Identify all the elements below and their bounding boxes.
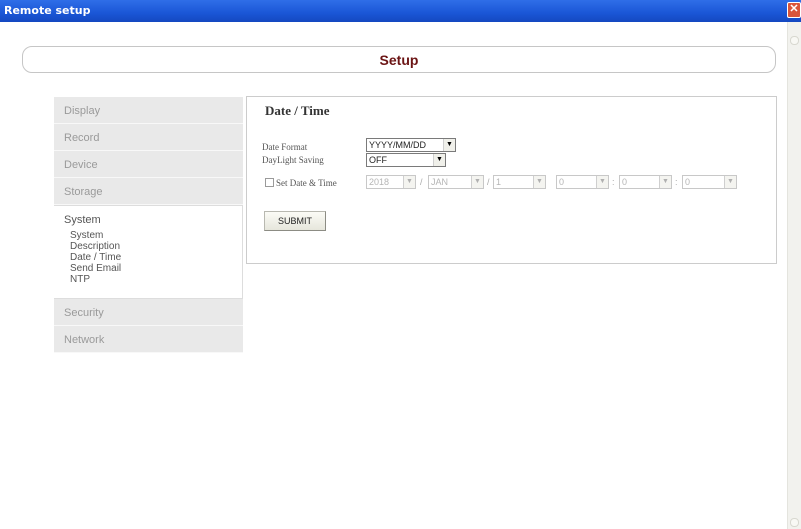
minute-value: 0 — [622, 177, 628, 187]
chevron-down-icon[interactable]: ▼ — [433, 154, 445, 166]
time-separator: : — [612, 177, 615, 187]
sidebar-item-device[interactable]: Device — [54, 151, 243, 178]
sidebar-group-system: System System Description Date / Time Se… — [54, 205, 243, 299]
page-title: Setup — [379, 52, 419, 68]
daylight-saving-label: DayLight Saving — [262, 155, 324, 165]
window-title: Remote setup — [4, 4, 91, 17]
sidebar-item-system[interactable]: System — [64, 214, 242, 226]
submit-button[interactable]: SUBMIT — [264, 211, 326, 231]
day-value: 1 — [496, 177, 502, 187]
sidebar-subitem-send-email[interactable]: Send Email — [64, 263, 242, 274]
settings-sidebar: Display Record Device Storage System Sys… — [54, 97, 243, 353]
set-date-time-checkbox[interactable] — [265, 178, 274, 187]
second-value: 0 — [685, 177, 691, 187]
chevron-down-icon[interactable]: ▼ — [724, 176, 736, 188]
sidebar-item-record[interactable]: Record — [54, 124, 243, 151]
sidebar-item-display[interactable]: Display — [54, 97, 243, 124]
year-select[interactable]: 2018 ▼ — [366, 175, 416, 189]
close-icon[interactable]: ✕ — [787, 2, 801, 18]
chevron-down-icon[interactable]: ▼ — [471, 176, 483, 188]
section-title: Date / Time — [265, 103, 330, 118]
hour-select[interactable]: 0 ▼ — [556, 175, 609, 189]
minute-select[interactable]: 0 ▼ — [619, 175, 672, 189]
month-select[interactable]: JAN ▼ — [428, 175, 484, 189]
remote-setup-window: Remote setup ✕ Setup Display Record Devi… — [0, 0, 801, 529]
day-select[interactable]: 1 ▼ — [493, 175, 546, 189]
title-bar: Remote setup ✕ — [0, 0, 801, 22]
date-format-value: YYYY/MM/DD — [369, 140, 427, 150]
chevron-down-icon[interactable]: ▼ — [533, 176, 545, 188]
daylight-saving-select[interactable]: OFF ▼ — [366, 153, 446, 167]
setup-header: Setup — [22, 46, 776, 73]
sidebar-item-network[interactable]: Network — [54, 326, 243, 353]
chevron-down-icon[interactable]: ▼ — [443, 139, 455, 151]
date-separator: / — [487, 177, 490, 187]
set-date-time-label: Set Date & Time — [276, 178, 337, 188]
time-separator: : — [675, 177, 678, 187]
hour-value: 0 — [559, 177, 565, 187]
date-separator: / — [420, 177, 423, 187]
date-format-label: Date Format — [262, 142, 308, 152]
sidebar-subitem-date-time[interactable]: Date / Time — [64, 252, 242, 263]
chevron-down-icon[interactable]: ▼ — [659, 176, 671, 188]
chevron-down-icon[interactable]: ▼ — [403, 176, 415, 188]
daylight-saving-value: OFF — [369, 155, 387, 165]
date-format-select[interactable]: YYYY/MM/DD ▼ — [366, 138, 456, 152]
vertical-scrollbar[interactable] — [787, 22, 801, 529]
scroll-down-icon[interactable] — [790, 518, 799, 527]
second-select[interactable]: 0 ▼ — [682, 175, 737, 189]
month-value: JAN — [431, 177, 449, 187]
sidebar-subitem-description[interactable]: Description — [64, 241, 242, 252]
chevron-down-icon[interactable]: ▼ — [596, 176, 608, 188]
sidebar-subitem-ntp[interactable]: NTP — [64, 274, 242, 285]
scroll-up-icon[interactable] — [790, 36, 799, 45]
sidebar-subitem-system[interactable]: System — [64, 230, 242, 241]
year-value: 2018 — [369, 177, 390, 187]
sidebar-item-security[interactable]: Security — [54, 299, 243, 326]
sidebar-item-storage[interactable]: Storage — [54, 178, 243, 205]
